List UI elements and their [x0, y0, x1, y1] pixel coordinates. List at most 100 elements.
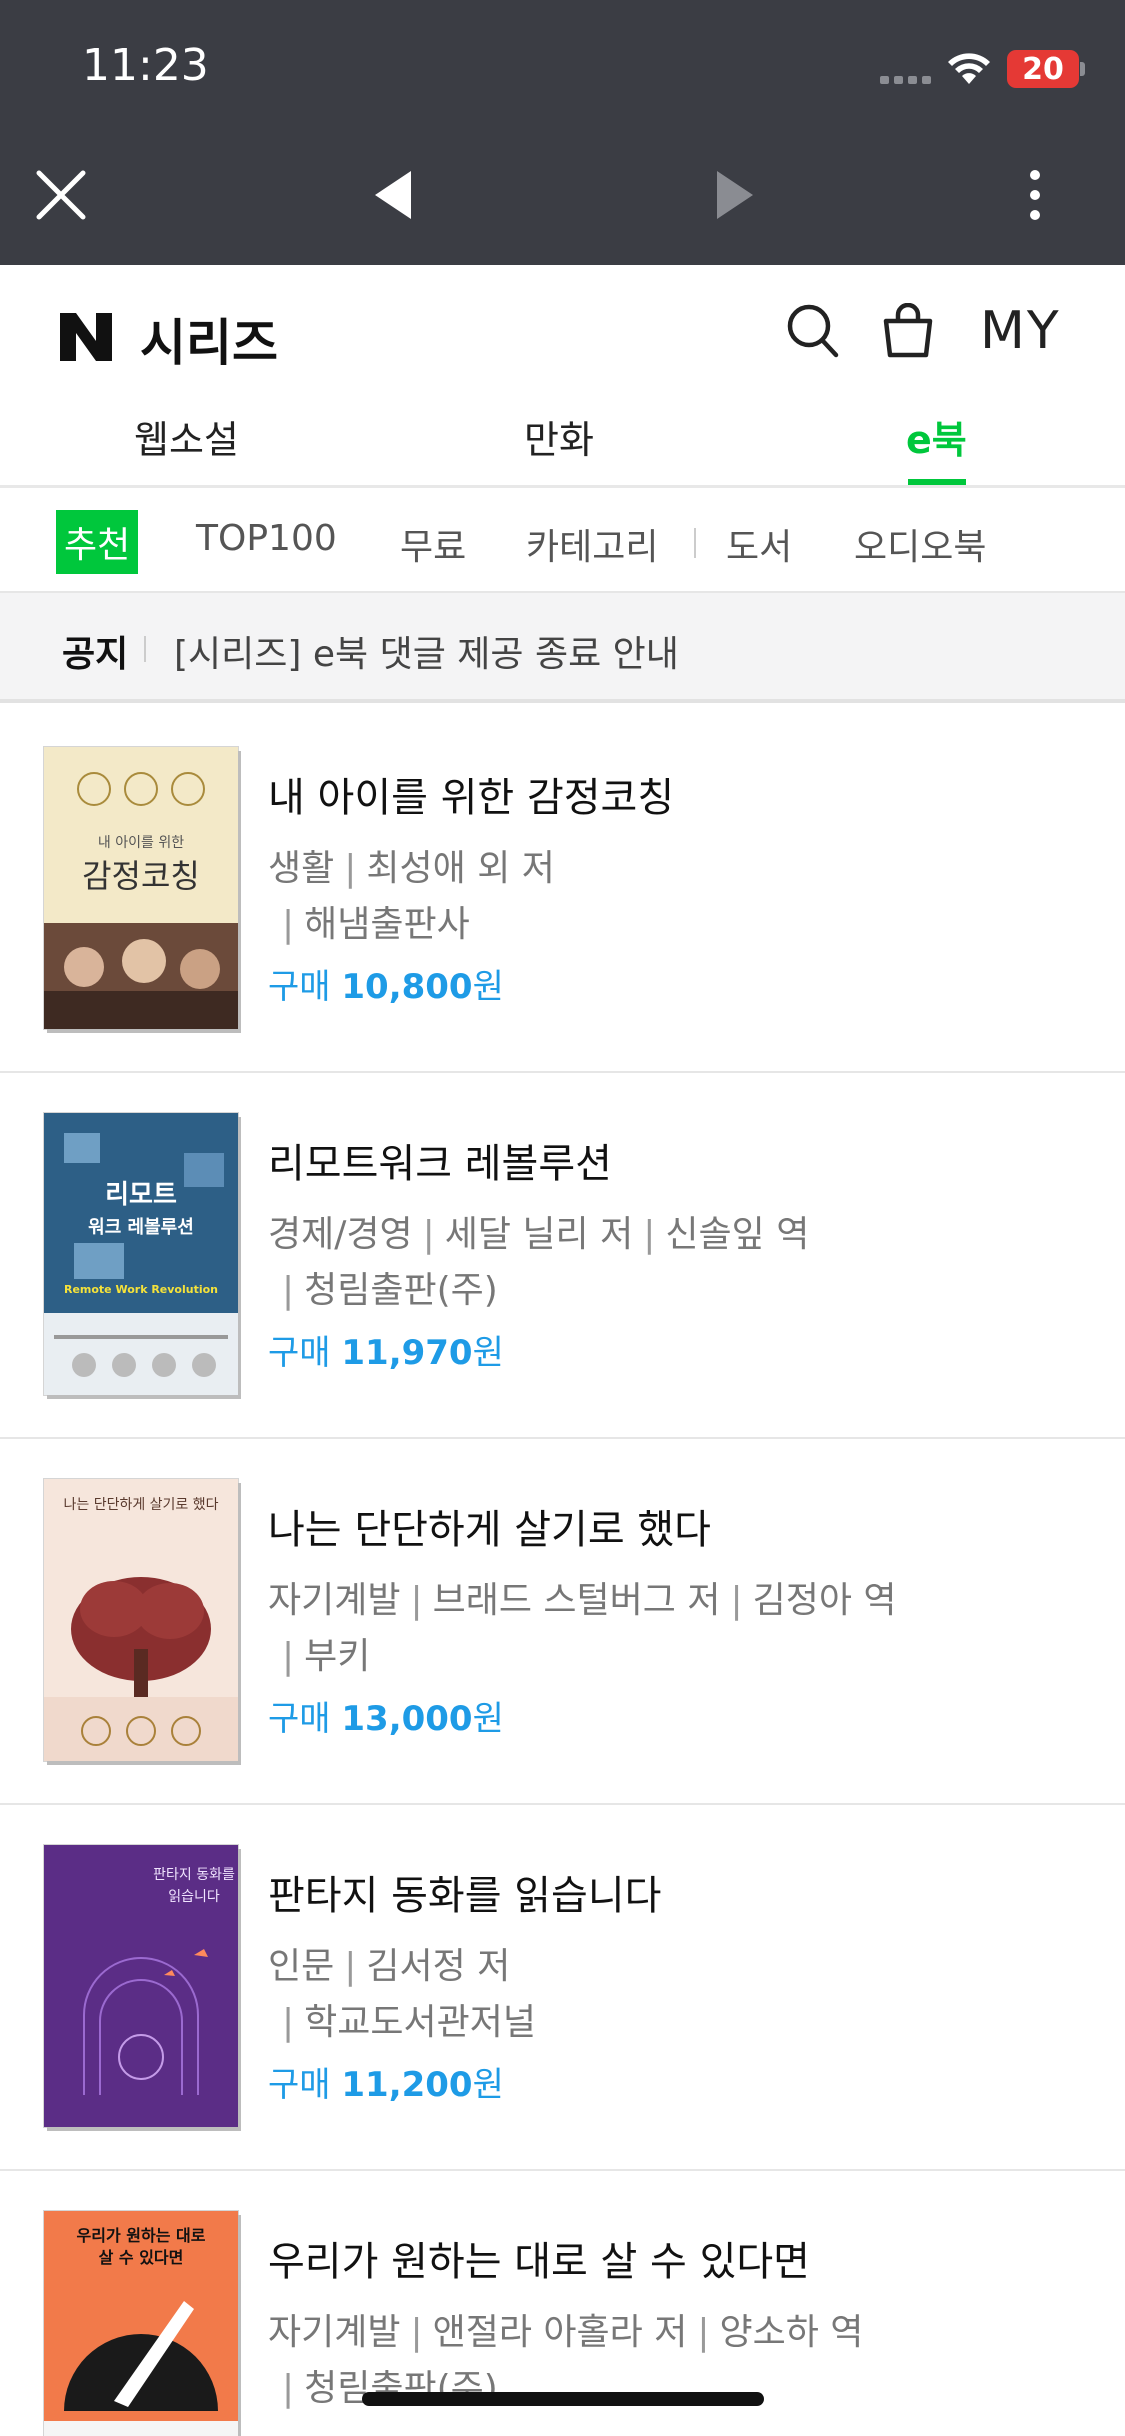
book-category: 생활 — [268, 848, 335, 889]
brand-name[interactable]: 시리즈 — [140, 303, 278, 375]
battery-cap — [1080, 62, 1085, 76]
notice-text[interactable]: [시리즈] e북 댓글 제공 종료 안내 — [174, 625, 679, 677]
book-cover[interactable]: 리모트 워크 레볼루션 Remote Work Revolution — [44, 1113, 238, 1395]
book-publisher: 부키 — [304, 1636, 371, 1677]
book-translator: 신솔잎 역 — [665, 1214, 810, 1255]
tab-ebook[interactable]: e북 — [906, 409, 967, 464]
svg-text:감정코칭: 감정코칭 — [82, 857, 200, 895]
book-title[interactable]: 내 아이를 위한 감정코칭 — [268, 765, 674, 823]
book-cover[interactable]: 판타지 동화를 읽습니다 — [44, 1845, 238, 2127]
book-item[interactable]: 판타지 동화를 읽습니다 판타지 동화를 읽습니다 인문 | 김서정 저 | 학교도서… — [0, 1805, 1125, 2171]
book-title[interactable]: 판타지 동화를 읽습니다 — [268, 1863, 661, 1921]
close-button[interactable] — [26, 160, 96, 230]
svg-text:Remote Work Revolution: Remote Work Revolution — [64, 1283, 218, 1296]
book-meta: 자기계발 | 앤절라 아홀라 저 | 양소하 역 — [268, 2312, 864, 2353]
home-indicator[interactable] — [362, 2392, 764, 2406]
svg-text:살 수 있다면: 살 수 있다면 — [99, 2248, 184, 2267]
price-unit: 원 — [472, 967, 504, 1007]
book-title[interactable]: 우리가 원하는 대로 살 수 있다면 — [268, 2229, 810, 2287]
price-value: 10,800 — [341, 967, 473, 1007]
book-category: 인문 — [268, 1946, 335, 1987]
active-tab-indicator — [908, 479, 966, 485]
book-author: 앤절라 아홀라 저 — [432, 2312, 688, 2353]
more-button[interactable] — [1000, 160, 1070, 230]
book-item[interactable]: 내 아이를 위한 감정코칭 내 아이를 위한 감정코칭 생활 | 최성애 외 저 |… — [0, 707, 1125, 1073]
book-author: 최성애 외 저 — [366, 848, 555, 889]
price-value: 13,000 — [341, 1699, 473, 1739]
book-price[interactable]: 구매 11,200원 — [268, 2057, 504, 2106]
price-prefix: 구매 — [268, 2065, 331, 2105]
notice-label: 공지 — [62, 634, 129, 675]
svg-text:내 아이를 위한: 내 아이를 위한 — [98, 835, 184, 851]
svg-text:판타지 동화를: 판타지 동화를 — [153, 1867, 235, 1883]
subtab-divider — [694, 528, 696, 558]
status-time: 11:23 — [82, 40, 209, 91]
book-meta: 경제/경영 | 세달 닐리 저 | 신솔잎 역 — [268, 1214, 810, 1255]
book-title[interactable]: 리모트워크 레볼루션 — [268, 1131, 612, 1189]
book-price[interactable]: 구매 11,970원 — [268, 1325, 504, 1374]
cellular-signal-icon — [880, 76, 936, 84]
book-cover-art: 내 아이를 위한 감정코칭 — [44, 747, 238, 1029]
forward-button[interactable] — [700, 160, 770, 230]
my-page-link[interactable]: MY — [980, 301, 1061, 361]
book-publisher: 청림출판(주) — [304, 1270, 498, 1311]
svg-text:읽습니다: 읽습니다 — [168, 1889, 220, 1905]
back-button[interactable] — [358, 160, 428, 230]
book-cover[interactable]: 우리가 원하는 대로 살 수 있다면 — [44, 2211, 238, 2436]
svg-text:리모트: 리모트 — [105, 1180, 177, 1210]
subtab-free[interactable]: 무료 — [400, 518, 466, 570]
price-prefix: 구매 — [268, 1699, 331, 1739]
tab-web-novel[interactable]: 웹소설 — [134, 409, 239, 464]
search-icon[interactable] — [786, 303, 840, 359]
price-unit: 원 — [472, 1333, 504, 1373]
book-item[interactable]: 나는 단단하게 살기로 했다 나는 단단하게 살기로 했다 자기계발 | 브래드 스… — [0, 1439, 1125, 1805]
book-title[interactable]: 나는 단단하게 살기로 했다 — [268, 1497, 711, 1555]
sub-tabs: 추천 TOP100 무료 카테고리 도서 오디오북 — [0, 488, 1125, 593]
book-author: 세달 닐리 저 — [444, 1214, 634, 1255]
book-publisher-line: | 부키 — [282, 1636, 371, 1677]
book-author: 브래드 스털버그 저 — [432, 1580, 721, 1621]
price-prefix: 구매 — [268, 1333, 331, 1373]
book-meta: 자기계발 | 브래드 스털버그 저 | 김정아 역 — [268, 1580, 897, 1621]
book-cover-art: 나는 단단하게 살기로 했다 — [44, 1479, 238, 1761]
book-price[interactable]: 구매 13,000원 — [268, 1691, 504, 1740]
book-cover-art: 리모트 워크 레볼루션 Remote Work Revolution — [44, 1113, 238, 1395]
book-publisher-line: | 해냄출판사 — [282, 904, 470, 945]
book-meta: 인문 | 김서정 저 — [268, 1946, 511, 1987]
svg-text:나는 단단하게 살기로 했다: 나는 단단하게 살기로 했다 — [63, 1497, 218, 1513]
notice-divider — [144, 636, 146, 662]
book-meta: 생활 | 최성애 외 저 — [268, 848, 555, 889]
close-icon — [36, 170, 86, 220]
subtab-books[interactable]: 도서 — [726, 518, 792, 570]
book-list: 내 아이를 위한 감정코칭 내 아이를 위한 감정코칭 생활 | 최성애 외 저 |… — [0, 707, 1125, 2436]
more-icon — [1030, 170, 1040, 220]
book-publisher-line: | 학교도서관저널 — [282, 2002, 536, 2043]
notice-bar[interactable]: 공지 [시리즈] e북 댓글 제공 종료 안내 — [0, 593, 1125, 703]
book-cover[interactable]: 내 아이를 위한 감정코칭 — [44, 747, 238, 1029]
price-value: 11,970 — [341, 1333, 473, 1373]
price-prefix: 구매 — [268, 967, 331, 1007]
subtab-top100[interactable]: TOP100 — [196, 518, 337, 559]
naver-logo-icon[interactable] — [58, 311, 114, 363]
subtab-recommended[interactable]: 추천 — [56, 510, 139, 574]
book-cover[interactable]: 나는 단단하게 살기로 했다 — [44, 1479, 238, 1761]
main-tabs: 웹소설 만화 e북 — [0, 395, 1125, 488]
browser-toolbar: 11:23 20 — [0, 0, 1125, 265]
book-price[interactable]: 구매 10,800원 — [268, 959, 504, 1008]
book-category: 자기계발 — [268, 2312, 401, 2353]
site-header: 시리즈 MY — [0, 265, 1125, 395]
subtab-category[interactable]: 카테고리 — [526, 518, 658, 570]
wifi-icon — [948, 53, 990, 84]
battery-indicator: 20 — [1007, 50, 1079, 88]
book-item[interactable]: 리모트 워크 레볼루션 Remote Work Revolution 리모트워크… — [0, 1073, 1125, 1439]
svg-text:워크 레볼루션: 워크 레볼루션 — [88, 1216, 194, 1238]
subtab-audiobook[interactable]: 오디오북 — [854, 518, 986, 570]
cart-icon[interactable] — [882, 303, 934, 359]
tab-comics[interactable]: 만화 — [524, 409, 594, 464]
book-publisher: 해냄출판사 — [304, 904, 470, 945]
book-translator: 김정아 역 — [752, 1580, 897, 1621]
book-publisher-line: | 청림출판(주) — [282, 1270, 498, 1311]
book-author: 김서정 저 — [366, 1946, 511, 1987]
back-arrow-icon — [375, 171, 411, 219]
book-category: 자기계발 — [268, 1580, 401, 1621]
